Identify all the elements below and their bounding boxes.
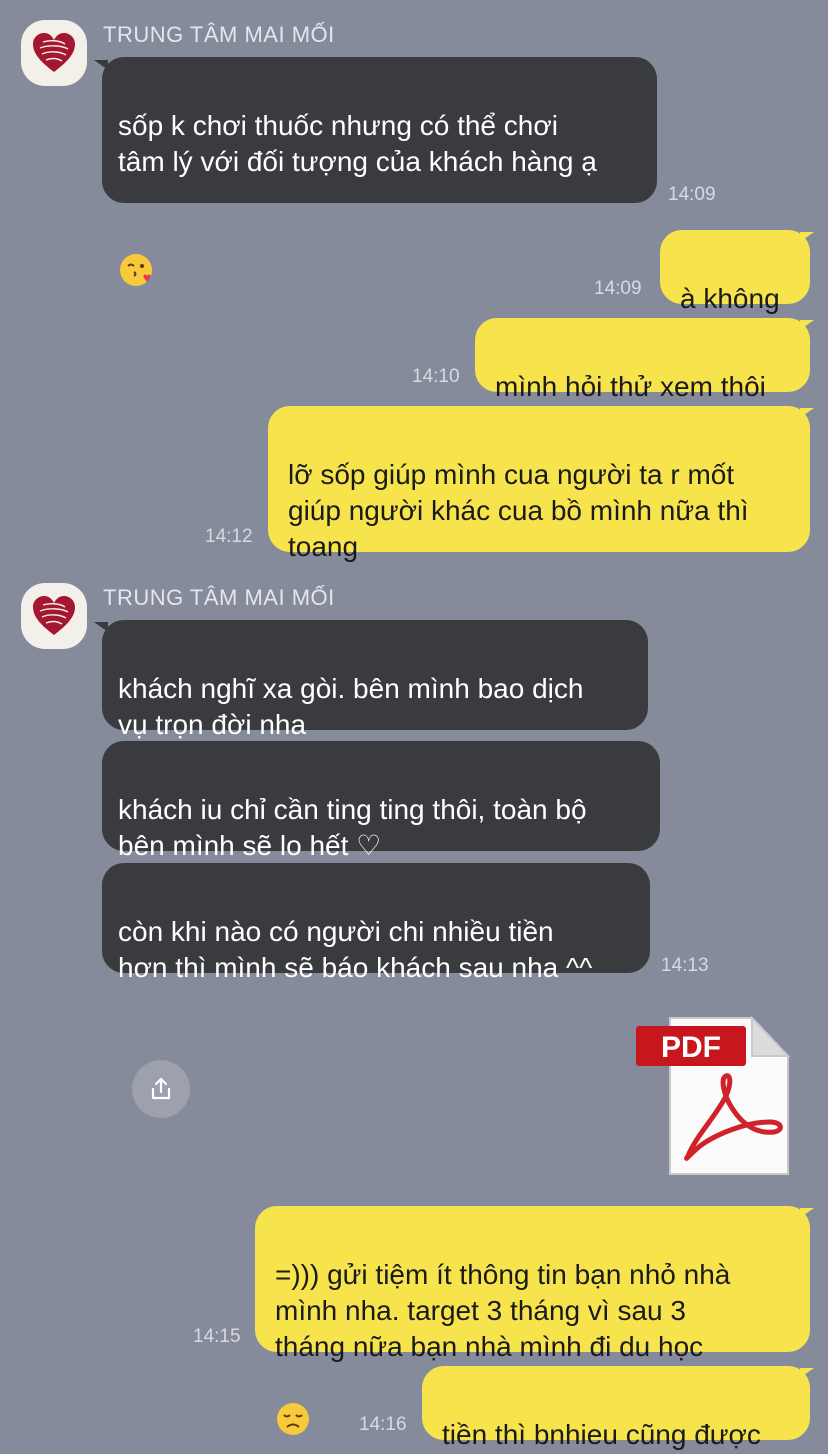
share-button[interactable] [132, 1060, 190, 1118]
message-text: lỡ sốp giúp mình cua người ta r mốt giúp… [288, 459, 749, 562]
timestamp: 14:16 [359, 1414, 407, 1435]
message-bubble-incoming[interactable]: còn khi nào có người chi nhiều tiền hơn … [102, 863, 650, 983]
sender-name: TRUNG TÂM MAI MỐI [103, 22, 335, 47]
message-text: sốp k chơi thuốc nhưng có thể chơi tâm l… [118, 110, 597, 177]
timestamp: 14:09 [668, 184, 716, 205]
message-text: khách iu chỉ cần ting ting thôi, toàn bộ… [118, 794, 587, 861]
pdf-file-icon: PDF [636, 1015, 791, 1175]
bubble-tail [800, 408, 814, 418]
timestamp: 14:12 [205, 526, 253, 547]
share-icon [151, 1077, 171, 1100]
message-bubble-incoming[interactable]: khách iu chỉ cần ting ting thôi, toàn bộ… [102, 741, 660, 861]
sender-name: TRUNG TÂM MAI MỐI [103, 585, 335, 610]
pdf-badge-label: PDF [661, 1031, 721, 1064]
timestamp: 14:15 [193, 1326, 241, 1347]
pdf-file-attachment[interactable]: PDF [636, 1015, 791, 1178]
message-text: =))) gửi tiệm ít thông tin bạn nhỏ nhà m… [275, 1259, 731, 1362]
bubble-tail [800, 232, 814, 242]
bubble-tail [800, 320, 814, 330]
message-bubble-incoming[interactable]: khách nghĩ xa gòi. bên mình bao dịch vụ … [102, 620, 648, 813]
heart-fingerprint-icon [33, 33, 75, 72]
message-bubble-incoming[interactable]: sốp k chơi thuốc nhưng có thể chơi tâm l… [102, 57, 657, 286]
timestamp: 14:13 [661, 955, 709, 976]
message-bubble-outgoing[interactable]: =))) gửi tiệm ít thông tin bạn nhỏ nhà m… [255, 1206, 810, 1435]
message-bubble-outgoing[interactable]: lỡ sốp giúp mình cua người ta r mốt giúp… [268, 406, 810, 562]
message-bubble-outgoing[interactable]: tiền thì bnhieu cũng được [422, 1366, 810, 1450]
timestamp: 14:10 [412, 366, 460, 387]
message-text: còn khi nào có người chi nhiều tiền hơn … [118, 916, 593, 983]
bubble-tail [800, 1208, 814, 1218]
bubble-tail [800, 1368, 814, 1378]
message-text: mình hỏi thử xem thôi [495, 371, 766, 402]
disappointed-face-emoji-icon [275, 1365, 311, 1446]
kiss-face-emoji-icon [118, 216, 154, 297]
message-text: khách nghĩ xa gòi. bên mình bao dịch vụ … [118, 673, 584, 740]
message-bubble-outgoing[interactable]: à không [660, 230, 810, 314]
timestamp: 14:09 [594, 278, 642, 299]
message-text: à không [680, 283, 780, 314]
message-text: tiền thì bnhieu cũng được [442, 1419, 761, 1450]
heart-fingerprint-icon [33, 596, 75, 635]
avatar[interactable] [21, 20, 87, 86]
avatar[interactable] [21, 583, 87, 649]
message-bubble-outgoing[interactable]: mình hỏi thử xem thôi [475, 318, 810, 402]
